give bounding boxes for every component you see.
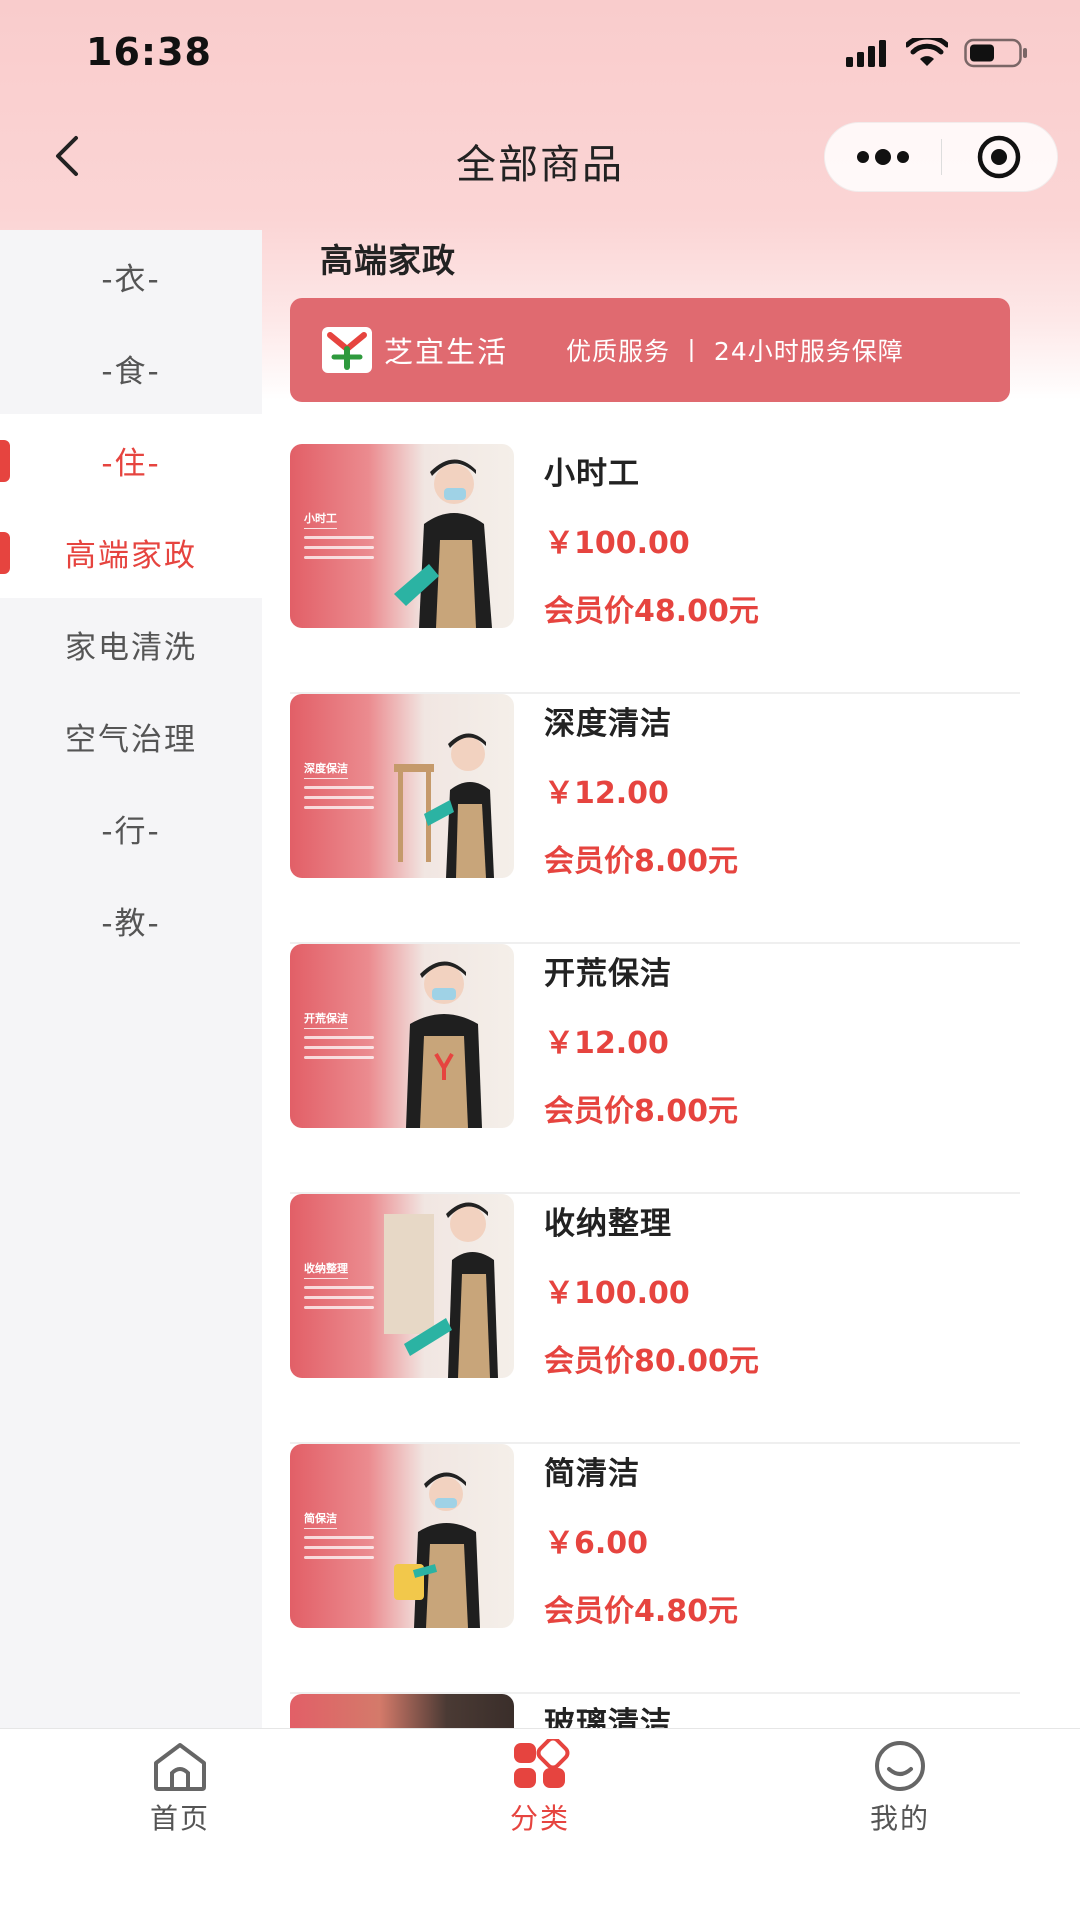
more-dots-icon: [856, 149, 909, 165]
product-item[interactable]: 收纳整理 收纳整理 ￥100.00 会员价80.00元: [290, 1194, 1020, 1444]
thumbnail-caption: 简保洁: [304, 1510, 337, 1529]
product-thumbnail: [290, 1694, 514, 1728]
signal-icon: [846, 40, 886, 67]
status-time: 16:38: [86, 30, 212, 74]
thumbnail-text-lines: [304, 536, 374, 566]
product-name: 小时工: [544, 456, 640, 492]
home-icon: [154, 1743, 206, 1791]
sidebar-item-label: -食-: [101, 353, 161, 390]
product-item[interactable]: 玻璃清洁: [290, 1694, 1020, 1728]
miniprogram-capsule: [824, 122, 1058, 192]
tab-home[interactable]: 首页: [80, 1739, 280, 1859]
sidebar-item-label: 高端家政: [65, 537, 197, 574]
member-price: 会员价48.00元: [544, 594, 759, 629]
thumbnail-caption: 收纳整理: [304, 1260, 348, 1279]
sidebar-item-food[interactable]: -食-: [0, 322, 262, 414]
status-bar: 16:38: [0, 0, 1080, 110]
product-thumbnail: 开荒保洁: [290, 944, 514, 1128]
product-item[interactable]: 简保洁 简清洁 ￥6.00 会员价4.80元: [290, 1444, 1020, 1694]
wifi-icon: [906, 38, 948, 66]
member-price: 会员价8.00元: [544, 1094, 739, 1129]
sidebar-item-air-treatment[interactable]: 空气治理: [0, 690, 262, 782]
member-price: 会员价80.00元: [544, 1344, 759, 1379]
sidebar-item-travel[interactable]: -行-: [0, 782, 262, 874]
cleaner-figure-icon: [406, 961, 482, 1128]
thumbnail-caption: 深度保洁: [304, 760, 348, 779]
product-price: ￥6.00: [544, 1526, 649, 1561]
sidebar-item-clothing[interactable]: -衣-: [0, 230, 262, 322]
tab-label: 首页: [149, 1802, 210, 1835]
cleaner-figure-icon: [394, 459, 492, 628]
thumbnail-text-lines: [304, 786, 374, 816]
cleaner-figure-icon: [384, 1202, 498, 1378]
product-thumbnail: 深度保洁: [290, 694, 514, 878]
product-price: ￥12.00: [544, 1026, 669, 1061]
thumbnail-caption: 小时工: [304, 510, 337, 529]
product-name: 收纳整理: [544, 1206, 672, 1242]
section-title: 高端家政: [320, 241, 456, 280]
thumbnail-caption: 开荒保洁: [304, 1010, 348, 1029]
battery-icon: [964, 38, 1027, 68]
thumbnail-text-lines: [304, 1536, 374, 1566]
active-marker: [0, 532, 10, 574]
member-price: 会员价8.00元: [544, 844, 739, 879]
product-name: 开荒保洁: [544, 956, 672, 992]
brand-logo-icon: [322, 327, 372, 373]
category-sidebar: -衣- -食- -住- 高端家政 家电清洗 空气治理 -行- -教-: [0, 230, 262, 1728]
product-price: ￥12.00: [544, 776, 669, 811]
sidebar-item-label: -住-: [101, 445, 161, 482]
member-price: 会员价4.80元: [544, 1594, 739, 1629]
product-name: 玻璃清洁: [544, 1706, 672, 1728]
thumbnail-text-lines: [304, 1286, 374, 1316]
close-miniprogram-button[interactable]: [942, 123, 1058, 191]
tab-profile[interactable]: 我的: [800, 1739, 1000, 1859]
brand-banner: 芝宜生活 优质服务 丨 24小时服务保障: [290, 298, 1010, 402]
sidebar-item-premium-housekeeping[interactable]: 高端家政: [0, 506, 262, 598]
sidebar-item-education[interactable]: -教-: [0, 874, 262, 966]
product-name: 深度清洁: [544, 706, 672, 742]
product-list: 小时工 小时工 ￥100.00 会员价48.00元 深度保洁 深度清洁 ￥12.…: [290, 444, 1020, 1728]
tab-category[interactable]: 分类: [440, 1739, 640, 1859]
sidebar-item-label: 空气治理: [65, 721, 197, 758]
sidebar-item-label: -教-: [101, 905, 161, 942]
navigation-bar: 全部商品: [0, 110, 1080, 200]
category-icon: [514, 1739, 570, 1788]
product-item[interactable]: 深度保洁 深度清洁 ￥12.00 会员价8.00元: [290, 694, 1020, 944]
banner-brand-name: 芝宜生活: [384, 335, 509, 369]
active-marker: [0, 440, 10, 482]
status-icons: [846, 38, 1028, 68]
product-thumbnail: 简保洁: [290, 1444, 514, 1628]
app-screen: 16:38 全部商品 -衣- -食- -住- 高端家政 家电清洗 空气治理 -行…: [0, 0, 1080, 1920]
product-name: 简清洁: [544, 1456, 640, 1492]
cleaner-figure-icon: [394, 1472, 480, 1628]
target-close-icon: [978, 135, 1021, 179]
sidebar-item-housing[interactable]: -住-: [0, 414, 262, 506]
product-content: 高端家政 芝宜生活 优质服务 丨 24小时服务保障 小时工 小时工 ￥100.0…: [262, 230, 1080, 1728]
tab-label: 我的: [869, 1802, 930, 1835]
banner-slogan: 优质服务 丨 24小时服务保障: [566, 337, 904, 366]
bottom-tab-bar: 首页 分类 我的: [0, 1728, 1080, 1920]
product-price: ￥100.00: [544, 526, 690, 561]
sidebar-item-appliance-cleaning[interactable]: 家电清洗: [0, 598, 262, 690]
sidebar-item-label: -行-: [101, 813, 161, 850]
cleaner-figure-icon: [394, 733, 494, 878]
more-button[interactable]: [825, 123, 941, 191]
sidebar-item-label: -衣-: [101, 261, 161, 298]
product-thumbnail: 小时工: [290, 444, 514, 628]
tab-label: 分类: [509, 1802, 570, 1835]
sidebar-item-label: 家电清洗: [65, 629, 197, 666]
product-item[interactable]: 小时工 小时工 ￥100.00 会员价48.00元: [290, 444, 1020, 694]
product-item[interactable]: 开荒保洁 开荒保洁 ￥12.00 会员价8.00元: [290, 944, 1020, 1194]
product-price: ￥100.00: [544, 1276, 690, 1311]
thumbnail-text-lines: [304, 1036, 374, 1066]
product-thumbnail: 收纳整理: [290, 1194, 514, 1378]
profile-icon: [875, 1741, 925, 1791]
